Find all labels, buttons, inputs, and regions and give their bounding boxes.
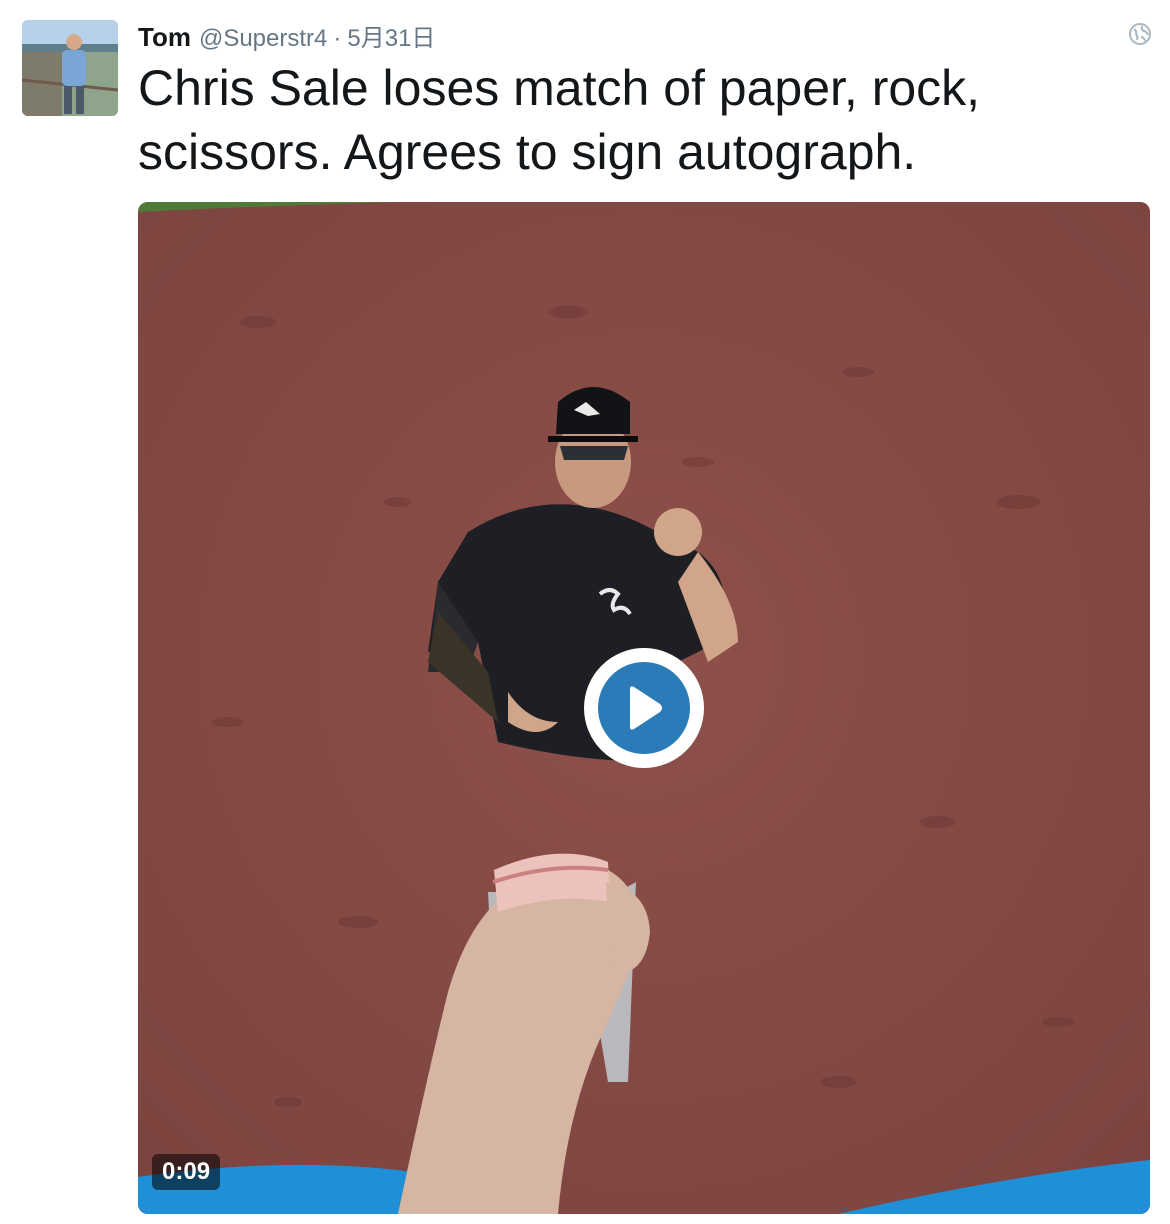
video-duration: 0:09 (152, 1154, 221, 1190)
play-icon (598, 662, 690, 754)
tweet-text: Chris Sale loses match of paper, rock, s… (138, 60, 981, 180)
author-name[interactable]: Tom (138, 22, 191, 53)
tweet-header: Tom @Superstr4 · 5月31日 (138, 18, 435, 54)
avatar[interactable] (22, 20, 118, 116)
video-player[interactable]: 0:09 (138, 202, 1150, 1214)
play-button[interactable] (584, 648, 704, 768)
author-handle[interactable]: @Superstr4 (199, 25, 327, 53)
separator: · (333, 25, 342, 52)
tweet-date[interactable]: 5月31日 (347, 18, 435, 53)
tweet: Tom @Superstr4 · 5月31日 Chris Sale loses … (0, 0, 1170, 1224)
globe-icon (1128, 22, 1152, 46)
